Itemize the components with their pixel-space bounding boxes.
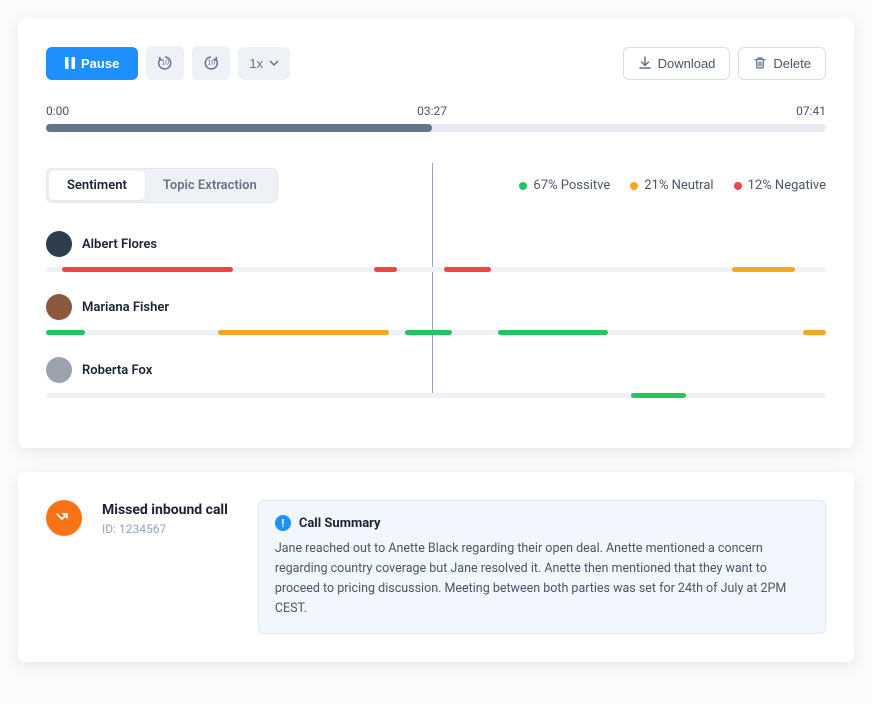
call-title: Missed inbound call bbox=[102, 502, 228, 518]
segment-yellow bbox=[218, 330, 390, 335]
legend-neutral: 21% Neutral bbox=[630, 178, 713, 193]
speaker-name: Albert Flores bbox=[82, 237, 157, 252]
tab-group: Sentiment Topic Extraction bbox=[46, 168, 278, 203]
skip-back-icon: 10 bbox=[157, 55, 173, 71]
download-button[interactable]: Download bbox=[623, 47, 731, 80]
delete-label: Delete bbox=[773, 56, 811, 71]
speed-select[interactable]: 1x bbox=[238, 47, 290, 80]
speaker-tracks: Albert Flores Mariana Fisher Roberta Fox bbox=[46, 231, 826, 398]
trash-icon bbox=[753, 56, 767, 70]
segment-red bbox=[374, 267, 397, 272]
legend-positive: 67% Possitve bbox=[519, 178, 610, 193]
playhead-line bbox=[432, 163, 433, 398]
segment-green bbox=[405, 330, 452, 335]
call-id: ID: 1234567 bbox=[102, 522, 228, 536]
speaker-row: Roberta Fox bbox=[46, 357, 826, 398]
segment-yellow bbox=[803, 330, 826, 335]
speaker-row: Albert Flores bbox=[46, 231, 826, 272]
pause-button[interactable]: Pause bbox=[46, 47, 138, 80]
segment-green bbox=[498, 330, 607, 335]
dot-green-icon bbox=[519, 182, 527, 190]
pause-label: Pause bbox=[81, 56, 119, 71]
download-label: Download bbox=[658, 56, 716, 71]
tab-topic-extraction[interactable]: Topic Extraction bbox=[145, 171, 275, 200]
download-icon bbox=[638, 56, 652, 70]
skip-forward-button[interactable]: 10 bbox=[192, 46, 230, 80]
missed-call-icon bbox=[46, 500, 82, 536]
timeline-labels: 0:00 03:27 07:41 bbox=[46, 104, 826, 118]
speaker-name: Mariana Fisher bbox=[82, 300, 169, 315]
summary-box: ! Call Summary Jane reached out to Anett… bbox=[258, 500, 826, 634]
call-summary-card: Missed inbound call ID: 1234567 ! Call S… bbox=[18, 472, 854, 662]
avatar bbox=[46, 231, 72, 257]
toolbar: Pause 10 10 1x Download bbox=[46, 46, 826, 80]
dot-yellow-icon bbox=[630, 182, 638, 190]
summary-title: Call Summary bbox=[299, 516, 381, 531]
segment-green bbox=[631, 393, 686, 398]
skip-forward-icon: 10 bbox=[203, 55, 219, 71]
chevron-down-icon bbox=[269, 58, 279, 68]
progress-bar[interactable] bbox=[46, 124, 826, 132]
time-start: 0:00 bbox=[46, 104, 69, 118]
call-meta: Missed inbound call ID: 1234567 bbox=[102, 500, 238, 536]
sentiment-track[interactable] bbox=[46, 393, 826, 398]
segment-yellow bbox=[732, 267, 794, 272]
summary-body: Jane reached out to Anette Black regardi… bbox=[275, 539, 809, 619]
tab-sentiment[interactable]: Sentiment bbox=[49, 171, 145, 200]
sentiment-legend: 67% Possitve 21% Neutral 12% Negative bbox=[519, 178, 826, 193]
delete-button[interactable]: Delete bbox=[738, 47, 826, 80]
tabs-row: Sentiment Topic Extraction 67% Possitve … bbox=[46, 168, 826, 203]
progress-fill bbox=[46, 124, 432, 132]
segment-red bbox=[444, 267, 491, 272]
skip-back-button[interactable]: 10 bbox=[146, 46, 184, 80]
dot-red-icon bbox=[734, 182, 742, 190]
sentiment-track[interactable] bbox=[46, 267, 826, 272]
legend-negative: 12% Negative bbox=[734, 178, 826, 193]
avatar bbox=[46, 357, 72, 383]
pause-icon bbox=[65, 57, 75, 69]
segment-red bbox=[62, 267, 234, 272]
segment-green bbox=[46, 330, 85, 335]
avatar bbox=[46, 294, 72, 320]
speaker-row: Mariana Fisher bbox=[46, 294, 826, 335]
time-current: 03:27 bbox=[417, 104, 447, 118]
speaker-name: Roberta Fox bbox=[82, 363, 152, 378]
speed-label: 1x bbox=[249, 56, 263, 71]
player-card: Pause 10 10 1x Download bbox=[18, 18, 854, 448]
sentiment-track[interactable] bbox=[46, 330, 826, 335]
time-end: 07:41 bbox=[796, 104, 826, 118]
info-icon: ! bbox=[275, 515, 291, 531]
